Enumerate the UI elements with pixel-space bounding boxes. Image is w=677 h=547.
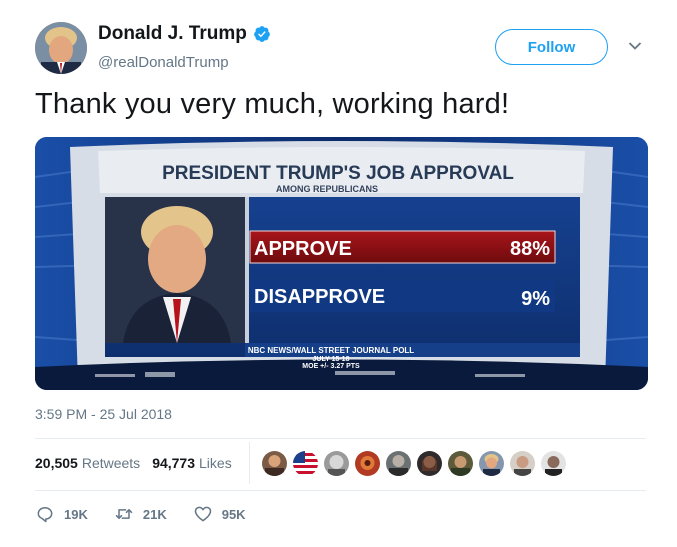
- poll-headline: PRESIDENT TRUMP'S JOB APPROVAL: [162, 163, 514, 184]
- liker-avatar[interactable]: [448, 451, 473, 476]
- likes-label[interactable]: Likes: [199, 455, 232, 471]
- retweets-count[interactable]: 20,505: [35, 455, 78, 471]
- liker-avatar[interactable]: [510, 451, 535, 476]
- stats-separator: [249, 442, 250, 484]
- like-count: 95K: [221, 506, 246, 522]
- liker-avatars: [262, 451, 566, 476]
- heart-icon: [194, 506, 211, 522]
- tweet-media[interactable]: PRESIDENT TRUMP'S JOB APPROVAL AMONG REP…: [35, 137, 648, 390]
- retweets-label[interactable]: Retweets: [82, 455, 140, 471]
- likes-count[interactable]: 94,773: [152, 455, 195, 471]
- like-button[interactable]: 95K: [193, 504, 246, 524]
- follow-button[interactable]: Follow: [495, 29, 608, 65]
- avatar[interactable]: [35, 22, 87, 74]
- divider: [35, 490, 646, 491]
- retweet-icon: [115, 509, 133, 519]
- poll-moe: MOE +/- 3.27 PTS: [302, 363, 360, 370]
- tweet-text: Thank you very much, working hard!: [35, 88, 510, 120]
- poll-source: NBC NEWS/WALL STREET JOURNAL POLL: [248, 346, 414, 355]
- liker-avatar[interactable]: [386, 451, 411, 476]
- disapprove-value: 9%: [521, 288, 550, 310]
- chevron-down-icon[interactable]: [628, 41, 642, 51]
- retweet-button[interactable]: 21K: [114, 504, 167, 524]
- tweet-timestamp[interactable]: 3:59 PM - 25 Jul 2018: [35, 406, 172, 422]
- liker-avatar[interactable]: [541, 451, 566, 476]
- approve-label: APPROVE: [254, 238, 352, 260]
- retweet-count: 21K: [142, 506, 167, 522]
- reply-count: 19K: [64, 506, 88, 522]
- approve-value: 88%: [510, 238, 550, 260]
- liker-avatar[interactable]: [479, 451, 504, 476]
- user-handle[interactable]: @realDonaldTrump: [98, 54, 229, 71]
- liker-avatar[interactable]: [262, 451, 287, 476]
- tweet-stats: 20,505 Retweets 94,773 Likes: [35, 455, 244, 471]
- divider: [35, 438, 646, 439]
- reply-button[interactable]: 19K: [35, 504, 88, 524]
- liker-avatar[interactable]: [324, 451, 349, 476]
- poll-graphic: PRESIDENT TRUMP'S JOB APPROVAL AMONG REP…: [35, 137, 648, 390]
- liker-avatar[interactable]: [417, 451, 442, 476]
- disapprove-label: DISAPPROVE: [254, 286, 385, 308]
- user-name[interactable]: Donald J. Trump: [98, 23, 247, 45]
- reply-icon: [37, 507, 53, 523]
- liker-avatar[interactable]: [355, 451, 380, 476]
- poll-subhead: AMONG REPUBLICANS: [276, 184, 378, 194]
- poll-dates: JULY 15-18: [313, 356, 350, 363]
- tweet-actions: 19K 21K 95K: [35, 504, 272, 524]
- verified-badge-icon: [253, 26, 270, 42]
- liker-avatar[interactable]: [293, 451, 318, 476]
